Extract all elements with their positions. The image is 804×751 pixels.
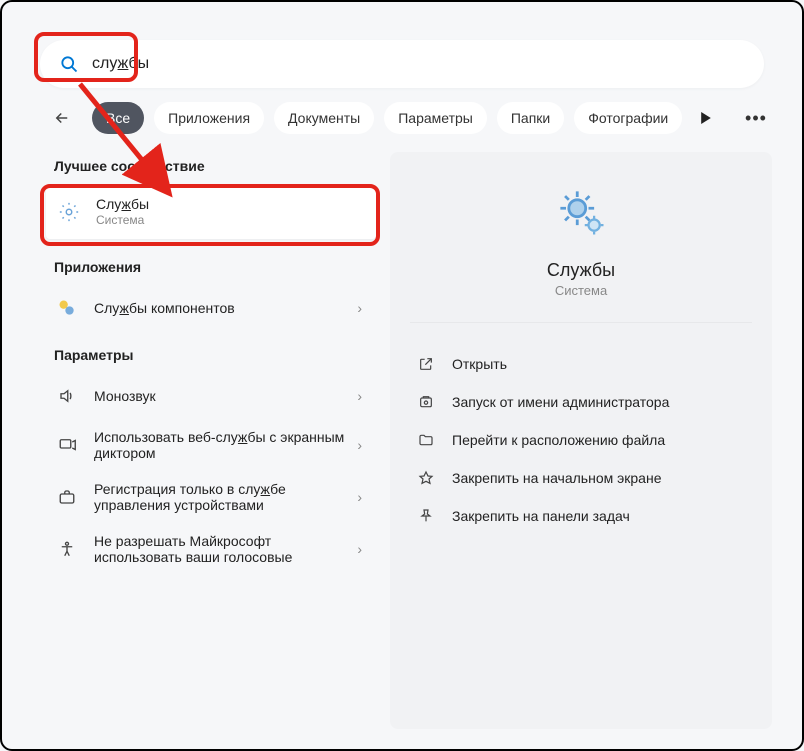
best-result-services[interactable]: Службы Система: [46, 184, 376, 239]
action-goto-file[interactable]: Перейти к расположению файла: [410, 421, 752, 459]
gear-icon: [56, 199, 82, 225]
action-pin-taskbar-label: Закрепить на панели задач: [452, 508, 630, 524]
back-button[interactable]: [48, 104, 76, 132]
more-filters-button[interactable]: [692, 104, 720, 132]
filter-apps-label: Приложения: [168, 110, 250, 126]
setting-title: Использовать веб-службы с экранным дикто…: [94, 429, 357, 461]
chevron-right-icon: ›: [357, 489, 368, 505]
filter-docs-label: Документы: [288, 110, 360, 126]
speaker-icon: [54, 383, 80, 409]
action-pin-start[interactable]: Закрепить на начальном экране: [410, 459, 752, 497]
best-result-title: Службы: [96, 196, 366, 212]
overflow-menu-button[interactable]: •••: [740, 102, 772, 134]
pin-icon: [416, 506, 436, 526]
filter-folders[interactable]: Папки: [497, 102, 564, 134]
filter-settings[interactable]: Параметры: [384, 102, 487, 134]
component-services-icon: [54, 295, 80, 321]
app-result-title: Службы компонентов: [94, 300, 357, 316]
chevron-right-icon: ›: [357, 388, 368, 404]
section-apps: Приложения: [46, 253, 376, 285]
setting-result-voice[interactable]: Не разрешать Майкрософт использовать ваш…: [46, 523, 376, 575]
briefcase-icon: [54, 484, 80, 510]
search-input[interactable]: службы: [92, 55, 746, 73]
setting-title: Не разрешать Майкрософт использовать ваш…: [94, 533, 357, 565]
action-pin-start-label: Закрепить на начальном экране: [452, 470, 662, 486]
filter-settings-label: Параметры: [398, 110, 473, 126]
filter-photos[interactable]: Фотографии: [574, 102, 682, 134]
filter-all[interactable]: Все: [92, 102, 144, 134]
accessibility-icon: [54, 536, 80, 562]
section-best-match: Лучшее соответствие: [46, 152, 376, 184]
filter-bar: Все Приложения Документы Параметры Папки…: [48, 102, 772, 134]
filter-folders-label: Папки: [511, 110, 550, 126]
chevron-right-icon: ›: [357, 541, 368, 557]
pin-icon: [416, 468, 436, 488]
setting-title: Монозвук: [94, 388, 357, 404]
chevron-right-icon: ›: [357, 437, 368, 453]
setting-result-device-mgmt[interactable]: Регистрация только в службе управления у…: [46, 471, 376, 523]
action-goto-file-label: Перейти к расположению файла: [452, 432, 665, 448]
detail-panel: Службы Система Открыть Запуск от имени а…: [390, 152, 772, 729]
setting-result-web-services[interactable]: Использовать веб-службы с экранным дикто…: [46, 419, 376, 471]
filter-docs[interactable]: Документы: [274, 102, 374, 134]
narrator-icon: [54, 432, 80, 458]
section-settings: Параметры: [46, 341, 376, 373]
folder-icon: [416, 430, 436, 450]
detail-title: Службы: [547, 260, 615, 281]
action-run-admin-label: Запуск от имени администратора: [452, 394, 669, 410]
app-result-component-services[interactable]: Службы компонентов ›: [46, 285, 376, 331]
filter-apps[interactable]: Приложения: [154, 102, 264, 134]
action-open[interactable]: Открыть: [410, 345, 752, 383]
action-open-label: Открыть: [452, 356, 507, 372]
setting-result-mono-sound[interactable]: Монозвук ›: [46, 373, 376, 419]
results-column: Лучшее соответствие Службы Система Прило…: [46, 152, 376, 729]
detail-subtitle: Система: [555, 283, 607, 298]
filter-photos-label: Фотографии: [588, 110, 668, 126]
open-icon: [416, 354, 436, 374]
best-result-subtitle: Система: [96, 213, 366, 227]
search-icon: [58, 53, 80, 75]
setting-title: Регистрация только в службе управления у…: [94, 481, 357, 513]
shield-icon: [416, 392, 436, 412]
action-run-admin[interactable]: Запуск от имени администратора: [410, 383, 752, 421]
search-bar[interactable]: службы: [40, 40, 764, 88]
action-pin-taskbar[interactable]: Закрепить на панели задач: [410, 497, 752, 535]
filter-all-label: Все: [106, 110, 130, 126]
services-large-icon: [551, 182, 611, 242]
chevron-right-icon: ›: [357, 300, 368, 316]
